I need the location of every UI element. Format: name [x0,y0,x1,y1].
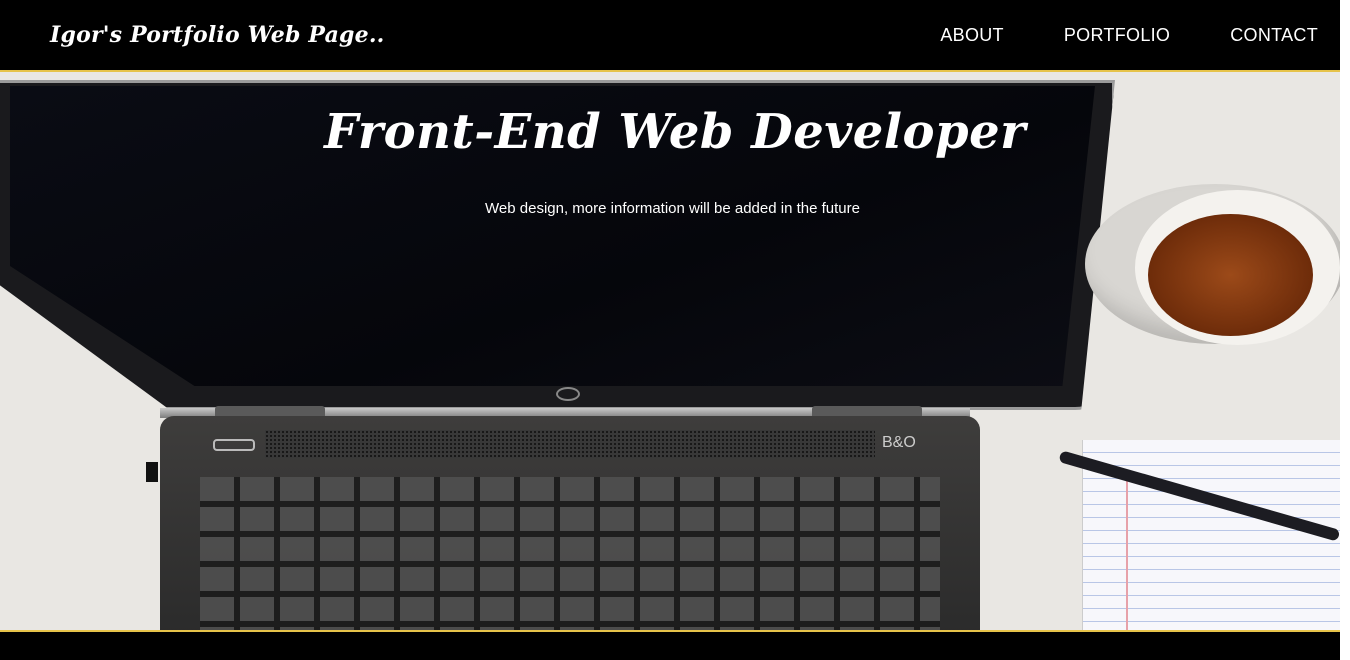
laptop-keyboard [200,477,940,630]
audio-brand-mark: B&O [882,434,916,451]
hero-subtitle: Web design, more information will be add… [485,200,860,217]
tea-liquid [1148,214,1313,336]
hero-banner: B&O Front-End Web Developer Web design, … [0,72,1340,632]
nav-link-portfolio[interactable]: PORTFOLIO [1064,25,1170,46]
nav-links: ABOUT PORTFOLIO CONTACT [940,25,1318,46]
footer-band [0,634,1350,660]
laptop-speaker-grille [265,430,875,458]
site-brand[interactable]: Igor's Portfolio Web Page.. [50,22,385,48]
laptop-side-port [146,462,158,482]
nav-link-about[interactable]: ABOUT [940,25,1004,46]
page-right-gutter [1340,0,1350,660]
power-button-icon [213,439,255,451]
notepad-margin-line [1126,470,1128,630]
top-navbar: Igor's Portfolio Web Page.. ABOUT PORTFO… [0,0,1340,72]
nav-link-contact[interactable]: CONTACT [1230,25,1318,46]
hero-title: Front-End Web Developer [324,104,1026,160]
laptop-logo-icon [556,387,580,401]
